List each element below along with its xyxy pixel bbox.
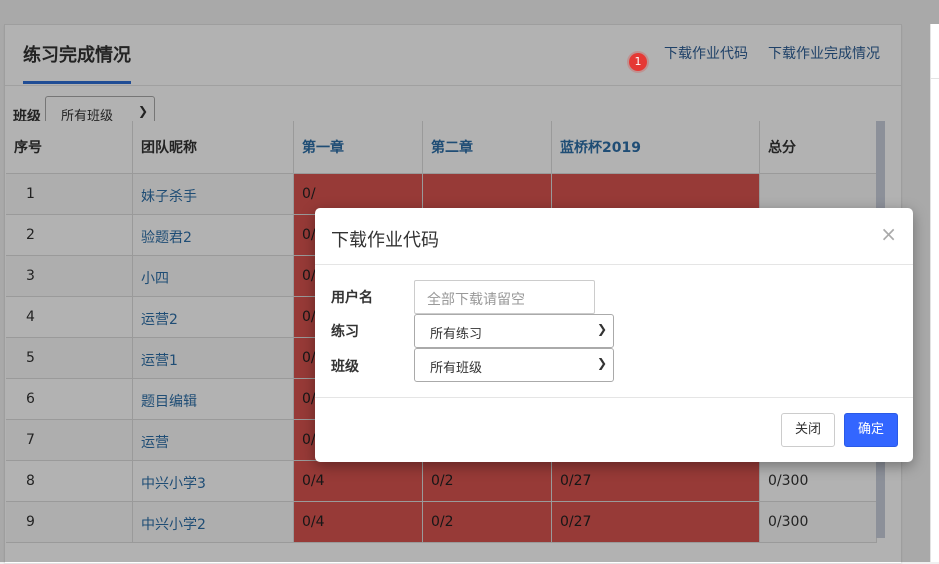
close-icon[interactable]: ×: [880, 222, 897, 246]
chevron-down-icon: ❯: [596, 356, 607, 370]
chevron-down-icon: ❯: [596, 322, 607, 336]
close-button[interactable]: 关闭: [781, 413, 835, 447]
username-label: 用户名: [331, 290, 373, 306]
username-input[interactable]: 全部下载请留空: [414, 280, 595, 314]
class-label: 班级: [331, 359, 359, 375]
download-code-modal: 下载作业代码 × 用户名 全部下载请留空 练习 所有练习 ❯ 班级 所有班级 ❯…: [315, 208, 913, 462]
class-select-value: 所有班级: [430, 361, 483, 376]
modal-footer-divider: [315, 397, 913, 398]
confirm-button[interactable]: 确定: [844, 413, 898, 447]
username-placeholder: 全部下载请留空: [427, 292, 525, 308]
divider: [930, 78, 939, 79]
exercise-select-value: 所有练习: [430, 327, 483, 342]
exercise-select[interactable]: 所有练习 ❯: [414, 314, 614, 348]
class-select[interactable]: 所有班级 ❯: [414, 348, 614, 382]
modal-header: 下载作业代码 ×: [315, 208, 913, 265]
exercise-label: 练习: [331, 324, 359, 340]
right-panel-edge: [930, 24, 939, 562]
step-badge-1: 1: [629, 53, 647, 71]
modal-title: 下载作业代码: [331, 230, 439, 251]
